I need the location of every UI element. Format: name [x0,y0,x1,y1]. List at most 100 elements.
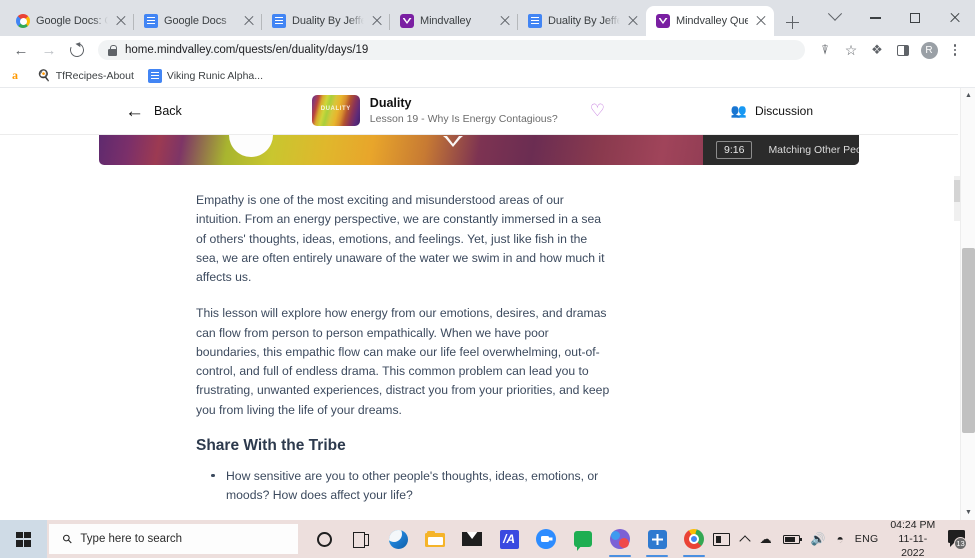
photos-icon[interactable] [602,520,639,558]
mindvalley-logo-icon [443,136,463,147]
docs-icon [272,14,286,28]
bookmark-item[interactable]: a [12,68,23,83]
discussion-button[interactable]: 👥 Discussion [731,103,813,119]
close-icon[interactable] [754,14,768,28]
clock[interactable]: 04:24 PM 11-11-2022 [889,518,936,560]
browser-tab[interactable]: Google Docs: Onlin [6,6,134,36]
search-placeholder: Type here to search [80,533,183,545]
page-scrollbar-thumb[interactable] [962,248,975,433]
back-button[interactable]: ← Back [125,102,182,121]
tab-title: Duality By Jeffery A [292,15,364,27]
close-icon[interactable] [370,14,384,28]
windows-start-icon[interactable] [0,520,47,558]
profile-initial: R [920,41,938,59]
side-panel-icon[interactable] [891,38,915,62]
video-thumbnail[interactable]: 9:16 Matching Other People's Desir... [99,135,859,165]
lesson-subtitle: Lesson 19 - Why Is Energy Contagious? [369,113,558,126]
scroll-up-arrow-icon[interactable]: ▲ [961,88,975,103]
new-tab-button[interactable] [778,8,806,36]
browser-window: Google Docs: Onlin Google Docs Duality B… [0,0,975,520]
clock-time: 04:24 PM [890,518,936,531]
google-icon [16,14,30,28]
minimize-icon[interactable] [855,2,895,34]
mindvalley-icon [400,14,414,28]
tab-title: Mindvalley [420,15,471,27]
close-icon[interactable] [242,14,256,28]
edge-icon[interactable] [380,520,417,558]
paragraph: Empathy is one of the most exciting and … [196,193,605,285]
search-input[interactable]: ⚲ Type here to search [48,524,298,554]
tab-title: Mindvalley Quest [676,15,748,27]
forward-arrow-icon[interactable]: → [36,38,62,62]
mindvalley-icon [656,14,670,28]
video-next-up-bar[interactable]: 9:16 Matching Other People's Desir... [703,135,859,165]
zoom-icon[interactable] [528,520,565,558]
play-button-icon[interactable] [229,135,273,157]
volume-icon[interactable]: 🔊 [811,532,826,546]
news-icon[interactable] [712,532,730,546]
tab-search-icon[interactable] [815,2,855,34]
browser-tab[interactable]: Duality By Jeffery A [518,6,646,36]
bookmark-label: Viking Runic Alpha... [166,69,264,82]
window-controls [815,0,975,36]
task-view-icon[interactable] [343,520,380,558]
onedrive-icon[interactable]: ☁ [760,532,772,546]
system-tray: ☁ 🔊 ◓ ENG 04:24 PM 11-11-2022 13 [712,518,975,560]
page-viewport: ← Back Duality Lesson 19 - Why Is Energy… [0,88,975,520]
bookmarks-bar: a 🍳 TfRecipes-About Viking Runic Alpha..… [0,64,975,88]
heart-icon[interactable]: ♡ [590,102,605,119]
puzzle-icon[interactable]: ❖ [865,38,889,62]
notifications-icon[interactable]: 13 [947,529,967,550]
maximize-icon[interactable] [895,2,935,34]
chrome-icon[interactable] [676,520,713,558]
video-next-title: Matching Other People's Desir... [768,144,859,156]
bookmark-item[interactable]: 🍳 TfRecipes-About [37,69,134,83]
video-timestamp: 9:16 [716,141,753,159]
messages-icon[interactable] [565,520,602,558]
star-icon[interactable]: ☆ [839,38,863,62]
share-icon[interactable]: ⍒ [813,38,837,62]
avatar[interactable]: R [917,38,941,62]
browser-tab[interactable]: Google Docs [134,6,262,36]
browser-tab[interactable]: Mindvalley [390,6,518,36]
amazon-icon: a [12,68,18,82]
address-bar[interactable]: home.mindvalley.com/quests/en/duality/da… [98,40,805,60]
back-label: Back [154,104,182,118]
notification-count: 13 [954,537,967,550]
tab-title: Google Docs: Onlin [36,15,108,27]
tab-title: Duality By Jeffery A [548,15,620,27]
page-scrollbar[interactable]: ▲ ▼ [960,88,975,520]
discussion-label: Discussion [754,104,813,118]
slack-icon[interactable] [639,520,676,558]
section-list: How sensitive are you to other people's … [196,467,610,505]
browser-toolbar: ← → home.mindvalley.com/quests/en/dualit… [0,36,975,64]
lesson-header: ← Back Duality Lesson 19 - Why Is Energy… [0,88,958,135]
show-hidden-icons-icon[interactable] [738,534,751,547]
kebab-menu-icon[interactable] [943,38,967,62]
wifi-icon[interactable]: ◓ [837,532,844,546]
back-arrow-icon[interactable]: ← [8,38,34,62]
tfrecipes-icon: 🍳 [37,70,51,82]
blue-app-icon[interactable]: /A [491,520,528,558]
lesson-text: Duality Lesson 19 - Why Is Energy Contag… [370,95,558,126]
docs-icon [147,68,162,83]
close-icon[interactable] [114,14,128,28]
battery-icon[interactable] [782,534,803,544]
clock-date: 11-11-2022 [898,532,928,560]
toolbar-icons: ⍒ ☆ ❖ R [813,38,967,62]
cortana-icon[interactable] [306,520,343,558]
course-title: Duality [369,96,412,111]
bookmark-item[interactable]: Viking Runic Alpha... [147,68,264,83]
mail-icon[interactable] [454,520,491,558]
close-icon[interactable] [935,2,975,34]
close-icon[interactable] [626,14,640,28]
browser-tab[interactable]: Duality By Jeffery A [262,6,390,36]
browser-tab-active[interactable]: Mindvalley Quest [646,6,774,36]
reload-icon[interactable] [64,38,90,62]
lesson-article: Empathy is one of the most exciting and … [0,173,610,520]
search-icon: ⚲ [58,530,76,548]
tab-strip: Google Docs: Onlin Google Docs Duality B… [0,0,975,36]
close-icon[interactable] [498,14,512,28]
file-explorer-icon[interactable] [417,520,454,558]
language-indicator[interactable]: ENG [855,533,879,545]
